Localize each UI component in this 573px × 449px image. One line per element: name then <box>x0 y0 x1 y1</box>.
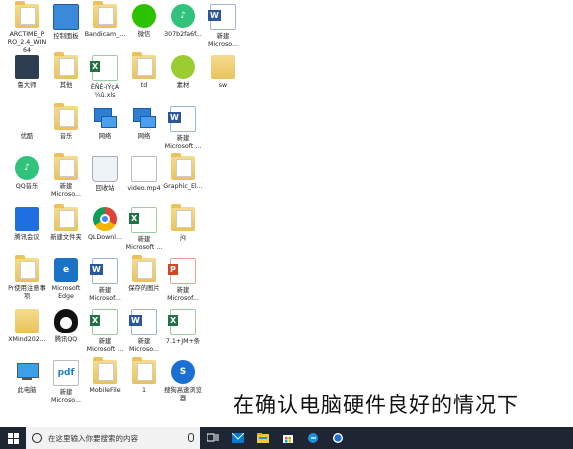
search-placeholder: 在这里输入你要搜索的内容 <box>48 433 138 443</box>
qq-music-icon: ♪ <box>15 156 39 180</box>
recycle-bin-icon <box>92 156 118 182</box>
folder-other-icon <box>54 52 78 79</box>
desktop-icon[interactable]: X 7.1+JM+条 <box>161 309 205 346</box>
store-icon <box>282 435 293 443</box>
desktop-icon[interactable]: Graphic_El... <box>161 153 205 191</box>
word-doc-icon: W <box>208 4 236 30</box>
qq-icon <box>54 309 78 333</box>
folder-sw-icon <box>211 55 235 79</box>
desktop-icon[interactable]: W 新建 Microso... <box>122 309 166 354</box>
arctime-folder-icon <box>15 1 39 28</box>
desktop-icon-label: Graphic_El... <box>163 183 203 190</box>
desktop-icon[interactable]: P 新建 Microsof... <box>161 258 205 303</box>
desktop-icon[interactable]: sw <box>201 55 245 90</box>
ppt-doc-icon: P <box>168 258 196 284</box>
this-pc-icon <box>15 360 39 384</box>
file-explorer-button[interactable] <box>250 427 275 449</box>
video-subtitle: 在确认电脑硬件良好的情况下 <box>233 393 519 417</box>
desktop-icon-label: 搜狗高速浏览 器 <box>164 387 202 402</box>
cortana-icon <box>32 433 42 443</box>
desktop-icon[interactable]: X ÊÑÈ-íÝçÁ ¼û.xls <box>83 55 127 100</box>
graphic-folder-icon <box>171 153 195 180</box>
wechat-icon <box>132 4 156 28</box>
desktop-icon[interactable]: jq <box>161 204 205 242</box>
mobilefile-folder-icon <box>93 357 117 384</box>
excel-xls-icon: X <box>90 55 118 81</box>
desktop-icon-label: 新建 Microso... <box>208 33 238 48</box>
desktop: ARCTIME_P RO_2.4_WIN 64 控制面板 Bandicam_... 微… <box>0 0 573 427</box>
new-folder-icon <box>54 204 78 231</box>
saved-pictures-folder-icon <box>132 255 156 282</box>
taskbar: 在这里输入你要搜索的内容 <box>0 427 573 449</box>
folder-1-icon <box>132 357 156 384</box>
word-doc-icon: W <box>129 309 157 335</box>
network-icon <box>93 106 117 130</box>
pr-folder-icon <box>15 255 39 282</box>
network-icon <box>132 106 156 130</box>
desktop-icon[interactable]: 素材 <box>161 55 205 90</box>
windows-logo-icon <box>7 432 19 444</box>
mail-button[interactable] <box>225 427 250 449</box>
bandicam-folder-icon <box>93 1 117 28</box>
taskbar-search-box[interactable]: 在这里输入你要搜索的内容 <box>26 427 200 449</box>
word-doc-icon: W <box>90 258 118 284</box>
chrome-folder-icon <box>93 207 117 231</box>
word-doc-icon: W <box>168 106 196 132</box>
folder-sucai-icon <box>171 55 195 79</box>
desktop-icon[interactable]: pdf 新建 Microso... <box>44 360 88 405</box>
youku-icon <box>15 106 39 130</box>
excel-doc-icon: X <box>168 309 196 335</box>
desktop-icon[interactable]: W 新建 Microsof... <box>83 258 127 303</box>
xmind-folder-icon <box>15 309 39 333</box>
desktop-icon[interactable]: S 搜狗高速浏览 器 <box>161 360 205 403</box>
store-button[interactable] <box>275 427 300 449</box>
desktop-icon-label: 7.1+JM+条 <box>165 338 201 345</box>
edge-icon: e <box>54 258 78 282</box>
mail-icon <box>231 433 244 443</box>
sogou-taskbar-button[interactable] <box>325 427 350 449</box>
qq-music-file-icon: ♪ <box>171 4 195 28</box>
new-folder-icon <box>54 153 78 180</box>
desktop-icon-label: sw <box>218 82 228 89</box>
control-panel-icon <box>53 4 79 30</box>
tencent-meeting-icon <box>15 207 39 231</box>
task-view-button[interactable] <box>200 427 225 449</box>
desktop-icon-label: 新建 Microsof... <box>167 287 199 302</box>
pdf-file-icon: pdf <box>53 360 79 386</box>
excel-doc-icon: X <box>90 309 118 335</box>
sogou-browser-icon <box>332 433 343 443</box>
desktop-icon[interactable]: ♪ 307b2fa6f... <box>161 4 205 39</box>
video-file-icon <box>131 156 157 182</box>
desktop-icon[interactable]: X 新建 Microsoft ... <box>122 207 166 252</box>
folder-music-icon <box>54 103 78 130</box>
file-explorer-icon <box>256 433 269 443</box>
ludashi-icon <box>15 55 39 79</box>
microphone-icon[interactable] <box>188 433 194 442</box>
desktop-icon[interactable]: W 新建 Microso... <box>201 4 245 49</box>
folder-td-icon <box>132 52 156 79</box>
edge-taskbar-button[interactable] <box>300 427 325 449</box>
folder-jq-icon <box>171 204 195 231</box>
start-button[interactable] <box>0 427 26 449</box>
task-view-icon <box>206 433 218 442</box>
desktop-icon[interactable]: ARCTIME_P RO_2.4_WIN 64 <box>5 1 49 54</box>
desktop-icon-label: 新建 Microsoft ... <box>164 135 202 150</box>
desktop-icon-label: jq <box>180 234 186 241</box>
excel-doc-icon: X <box>129 207 157 233</box>
edge-icon <box>307 433 318 443</box>
sogou-browser-icon: S <box>171 360 195 384</box>
desktop-icon[interactable]: W 新建 Microsoft ... <box>161 106 205 151</box>
